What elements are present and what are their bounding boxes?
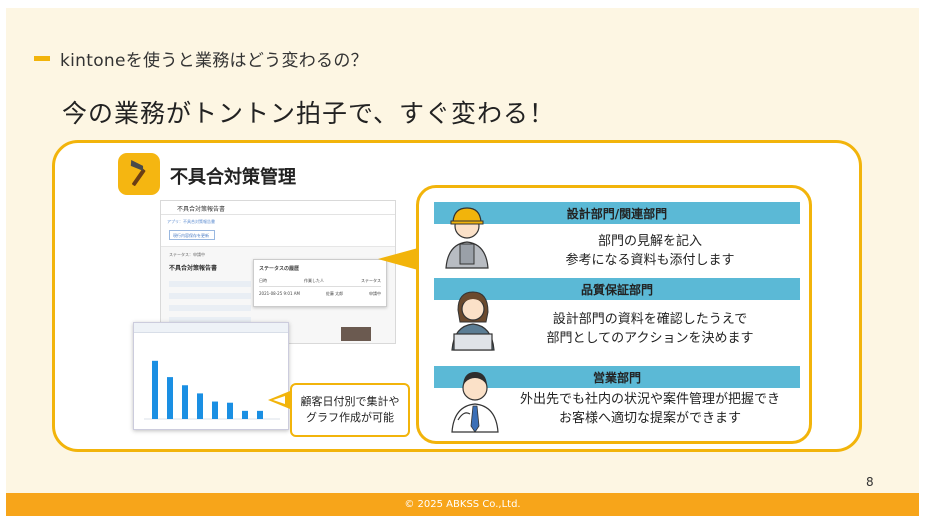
chart-bar (227, 402, 233, 419)
popup-col: ステータス (361, 278, 381, 283)
status-history-popup: ステータスの履歴 日時 作業した人 ステータス 2021-08-25 9:01 … (253, 259, 387, 307)
dept-desc-sales: 外出先でも社内の状況や案件管理が把握でき お客様へ適切な提案ができます (490, 390, 810, 428)
dept-desc-line: 外出先でも社内の状況や案件管理が把握でき (519, 392, 780, 407)
app-title: 不具合対策管理 (170, 167, 296, 188)
chart-toolbar (134, 323, 288, 333)
screenshot-breadcrumb: アプリ：不具合対策報告書 (161, 215, 395, 227)
construction-worker-icon (440, 198, 494, 274)
screenshot-field (169, 293, 251, 299)
popup-col: 作業した人 (304, 278, 324, 283)
popup-cell: 佐藤 太郎 (325, 291, 344, 296)
dept-desc-line: 参考になる資料も添付します (565, 253, 735, 268)
screenshot-thumbnail (341, 327, 371, 341)
callout-line: グラフ作成が可能 (306, 411, 394, 424)
dept-desc-design: 部門の見解を記入 参考になる資料も添付します (490, 232, 810, 270)
screenshot-button: 現行内容保存を更新 (169, 230, 215, 240)
chart-callout: 顧客日付別で集計や グラフ作成が可能 (290, 383, 410, 437)
callout-pointer-inner (273, 396, 285, 404)
dept-desc-line: 部門の見解を記入 (597, 234, 702, 249)
bar-chart (144, 360, 280, 420)
page-number: 8 (866, 475, 874, 489)
screenshot-app-name: 不具合対策報告書 (161, 201, 395, 215)
chart-bar (182, 385, 188, 419)
popup-title: ステータスの履歴 (259, 266, 300, 272)
footer: © 2025 ABKSS Co.,Ltd. (6, 493, 919, 516)
panel-pointer (378, 248, 418, 270)
screenshot-status: ステータス：申請中 (169, 252, 205, 257)
chart-screenshot (133, 322, 289, 430)
section-heading: kintoneを使うと業務はどう変わるの？ (34, 46, 368, 71)
heading-text: kintoneを使うと業務はどう変わるの？ (60, 50, 368, 71)
screenshot-field (169, 305, 251, 311)
hammer-icon (118, 153, 160, 195)
screenshot-record-title: 不具合対策報告書 (169, 265, 218, 272)
chart-bar (152, 360, 158, 419)
dept-desc-line: お客様へ適切な提案ができます (558, 411, 741, 426)
chart-bar (242, 410, 248, 419)
callout-line: 顧客日付別で集計や (300, 395, 400, 408)
copyright-text: © 2025 ABKSS Co.,Ltd. (404, 499, 521, 510)
heading-marker (34, 55, 50, 61)
chart-bar (197, 393, 203, 419)
popup-col: 日時 (259, 278, 267, 283)
chart-bar (212, 401, 218, 419)
popup-cell: 2021-08-25 9:01 AM (259, 291, 300, 296)
dept-desc-line: 部門としてのアクションを決めます (546, 331, 754, 346)
main-title: 今の業務がトントン拍子で、すぐ変わる！ (62, 99, 556, 128)
dept-desc-line: 設計部門の資料を確認したうえで (552, 312, 748, 327)
chart-bar (257, 410, 263, 419)
dept-desc-quality: 設計部門の資料を確認したうえで 部門としてのアクションを決めます (490, 310, 810, 348)
popup-cell: 申請中 (369, 291, 381, 296)
screenshot-field (169, 281, 251, 287)
chart-bar (167, 377, 173, 419)
